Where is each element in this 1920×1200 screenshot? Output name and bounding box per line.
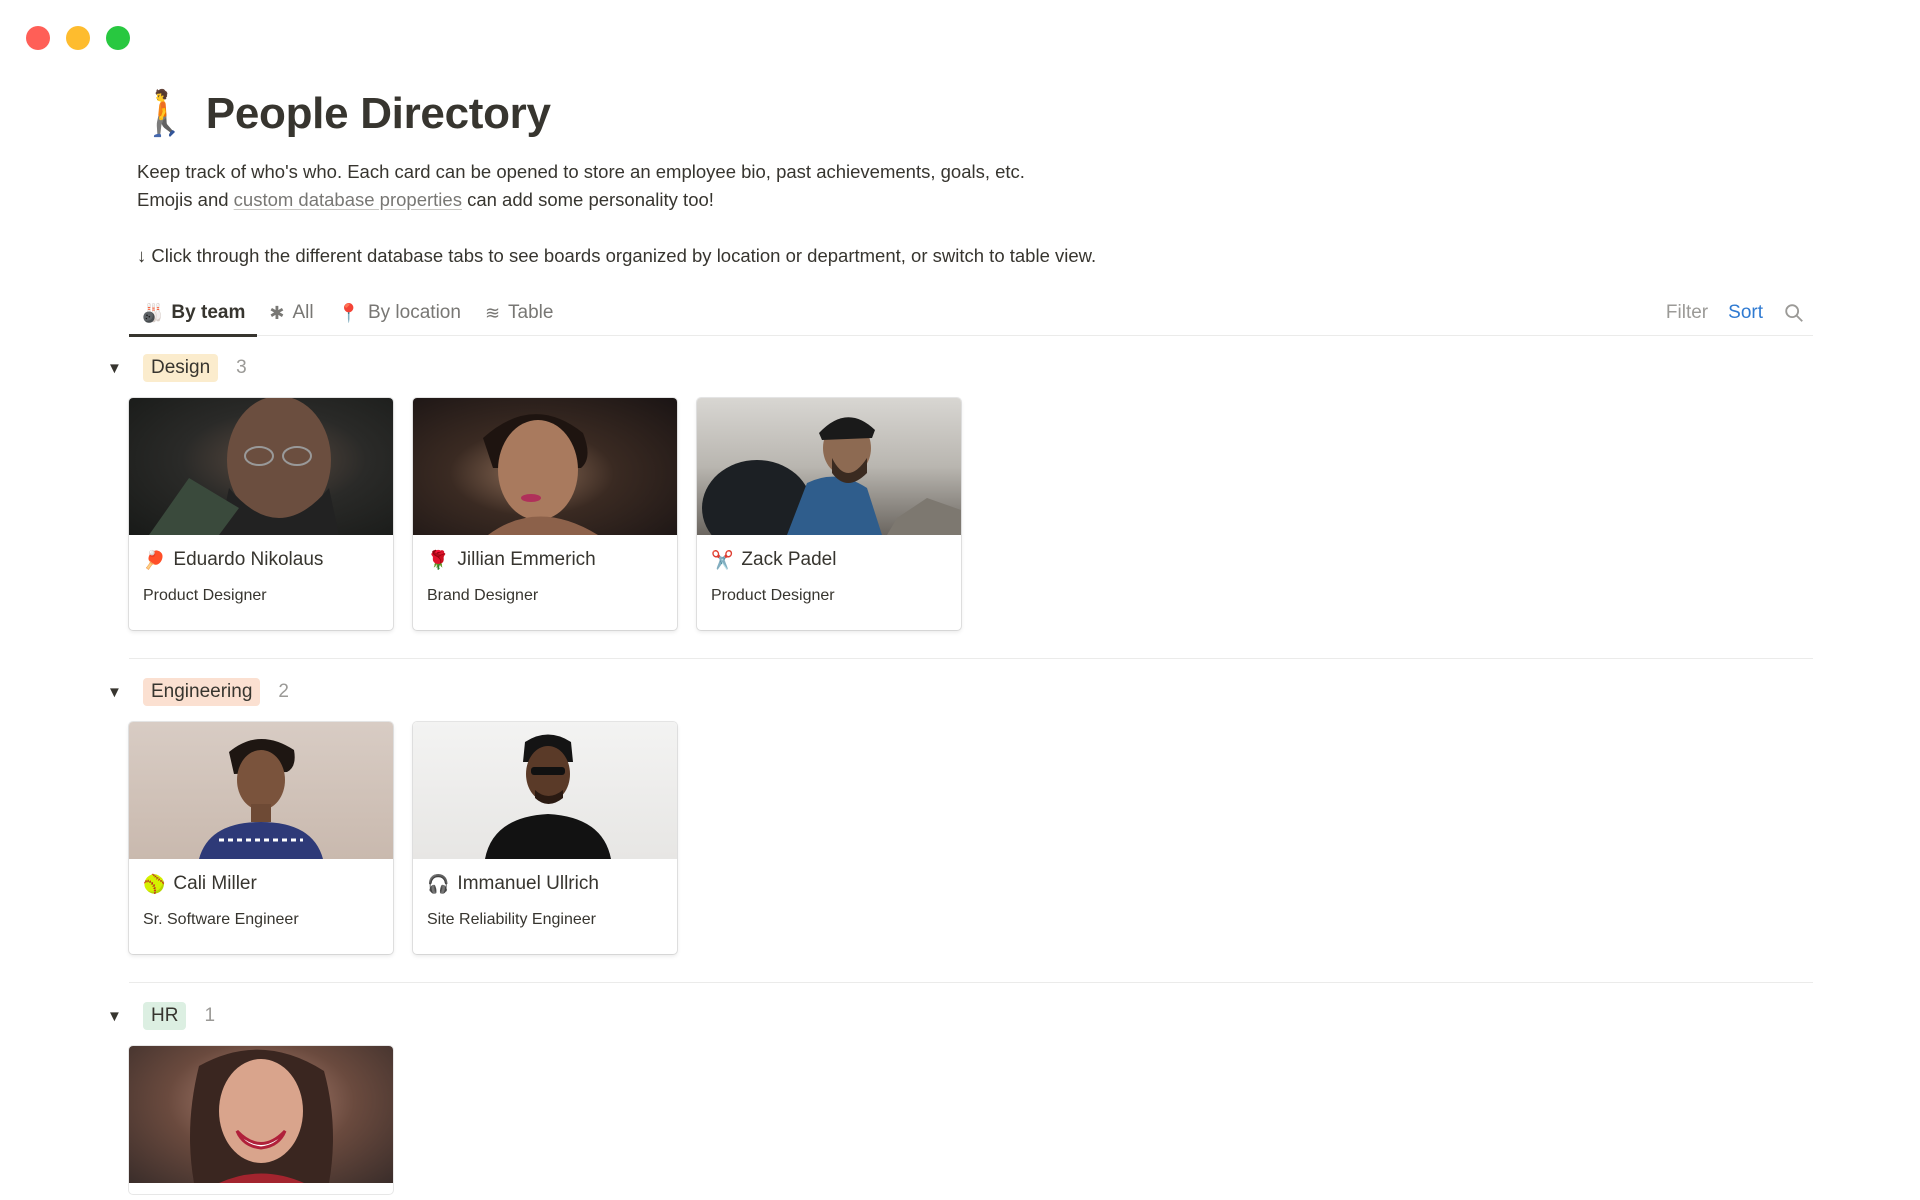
group-header: ▼ HR 1 xyxy=(107,1000,1813,1032)
person-photo xyxy=(129,1046,393,1183)
person-name: Cali Miller xyxy=(173,873,257,894)
card-title-row: 🌹 Jillian Emmerich xyxy=(413,535,677,573)
zoom-window-button[interactable] xyxy=(106,26,130,50)
card-title-row: 🎧 Immanuel Ullrich xyxy=(413,859,677,897)
person-card[interactable] xyxy=(129,1046,393,1194)
person-name: Immanuel Ullrich xyxy=(457,873,599,894)
person-role: Sr. Software Engineer xyxy=(143,911,299,928)
window-controls xyxy=(26,26,130,50)
filter-button[interactable]: Filter xyxy=(1666,302,1708,324)
person-role: Brand Designer xyxy=(427,587,539,604)
description-line-2-pre: Emojis and xyxy=(137,189,234,210)
group-divider xyxy=(129,982,1813,983)
person-role: Site Reliability Engineer xyxy=(427,911,596,928)
group-tag[interactable]: Design xyxy=(143,354,219,382)
rose-icon: 🌹 xyxy=(427,550,450,570)
person-card[interactable]: 🏓 Eduardo Nikolaus Product Designer xyxy=(129,398,393,630)
walking-person-icon[interactable]: 🚶 xyxy=(137,92,192,136)
pin-icon: 📍 xyxy=(337,302,360,323)
close-window-button[interactable] xyxy=(26,26,50,50)
description-line-3: ↓ Click through the different database t… xyxy=(137,245,1097,266)
person-photo xyxy=(129,722,393,859)
description-line-1: Keep track of who's who. Each card can b… xyxy=(137,161,1025,182)
softball-icon: 🥎 xyxy=(143,874,166,894)
page-title[interactable]: People Directory xyxy=(206,89,551,139)
collapse-caret-icon[interactable]: ▼ xyxy=(107,684,129,701)
person-card[interactable]: 🎧 Immanuel Ullrich Site Reliability Engi… xyxy=(413,722,677,954)
card-list: 🥎 Cali Miller Sr. Software Engineer 🎧 Im… xyxy=(129,722,677,954)
group-hr: ▼ HR 1 xyxy=(107,1000,1813,1194)
bowling-icon: 🎳 xyxy=(141,302,164,323)
group-engineering: ▼ Engineering 2 🥎 Cali Miller Sr. Softwa… xyxy=(107,676,1813,983)
page-header: 🚶 People Directory Keep track of who's w… xyxy=(137,84,1813,270)
person-photo xyxy=(129,398,393,535)
group-tag[interactable]: HR xyxy=(143,1002,187,1030)
page-description: Keep track of who's who. Each card can b… xyxy=(137,158,1813,270)
card-title-row: 🏓 Eduardo Nikolaus xyxy=(129,535,393,573)
group-header: ▼ Engineering 2 xyxy=(107,676,1813,708)
database-view-tabs: 🎳 By team ✱ All 📍 By location ≋ Table Fi… xyxy=(129,290,1813,337)
card-title-row: 🥎 Cali Miller xyxy=(129,859,393,897)
title-row: 🚶 People Directory xyxy=(137,84,1813,144)
collapse-caret-icon[interactable]: ▼ xyxy=(107,1008,129,1025)
person-card[interactable]: ✂️ Zack Padel Product Designer xyxy=(697,398,961,630)
person-role: Product Designer xyxy=(711,587,835,604)
minimize-window-button[interactable] xyxy=(66,26,90,50)
person-name: Zack Padel xyxy=(741,549,837,570)
person-card[interactable]: 🌹 Jillian Emmerich Brand Designer xyxy=(413,398,677,630)
headphones-icon: 🎧 xyxy=(427,874,450,894)
tab-by-location[interactable]: 📍 By location xyxy=(326,290,473,336)
group-design: ▼ Design 3 🏓 Eduardo Nikolaus Product De… xyxy=(107,352,1813,659)
group-count: 2 xyxy=(278,681,289,702)
group-count: 3 xyxy=(236,357,247,378)
view-actions: Filter Sort xyxy=(1666,302,1813,324)
tab-label: All xyxy=(292,301,314,323)
tab-table[interactable]: ≋ Table xyxy=(473,290,566,336)
person-role: Product Designer xyxy=(143,587,267,604)
scissors-icon: ✂️ xyxy=(711,550,734,570)
card-list xyxy=(129,1046,393,1194)
sort-button[interactable]: Sort xyxy=(1728,302,1763,324)
custom-database-properties-link[interactable]: custom database properties xyxy=(234,189,462,210)
ping-pong-icon: 🏓 xyxy=(143,550,166,570)
tab-label: By location xyxy=(367,301,461,323)
tab-by-team[interactable]: 🎳 By team xyxy=(129,290,258,337)
person-name: Jillian Emmerich xyxy=(457,549,596,570)
person-photo xyxy=(697,398,961,535)
person-card[interactable]: 🥎 Cali Miller Sr. Software Engineer xyxy=(129,722,393,954)
description-line-2: Emojis and custom database properties ca… xyxy=(137,186,1813,214)
tab-all[interactable]: ✱ All xyxy=(257,290,325,336)
person-photo xyxy=(413,398,677,535)
table-wave-icon: ≋ xyxy=(484,302,501,323)
person-name: Eduardo Nikolaus xyxy=(173,549,324,570)
asterisk-icon: ✱ xyxy=(269,302,285,323)
group-divider xyxy=(129,658,1813,659)
description-line-2-post: can add some personality too! xyxy=(461,189,714,210)
card-title-row: ✂️ Zack Padel xyxy=(697,535,961,573)
card-list: 🏓 Eduardo Nikolaus Product Designer 🌹 Ji… xyxy=(129,398,961,630)
tab-label: By team xyxy=(171,301,246,323)
search-icon[interactable] xyxy=(1783,302,1805,324)
person-photo xyxy=(413,722,677,859)
group-count: 1 xyxy=(204,1005,216,1026)
group-tag[interactable]: Engineering xyxy=(143,678,261,706)
collapse-caret-icon[interactable]: ▼ xyxy=(107,360,129,377)
group-header: ▼ Design 3 xyxy=(107,352,1813,384)
tab-label: Table xyxy=(508,301,554,323)
